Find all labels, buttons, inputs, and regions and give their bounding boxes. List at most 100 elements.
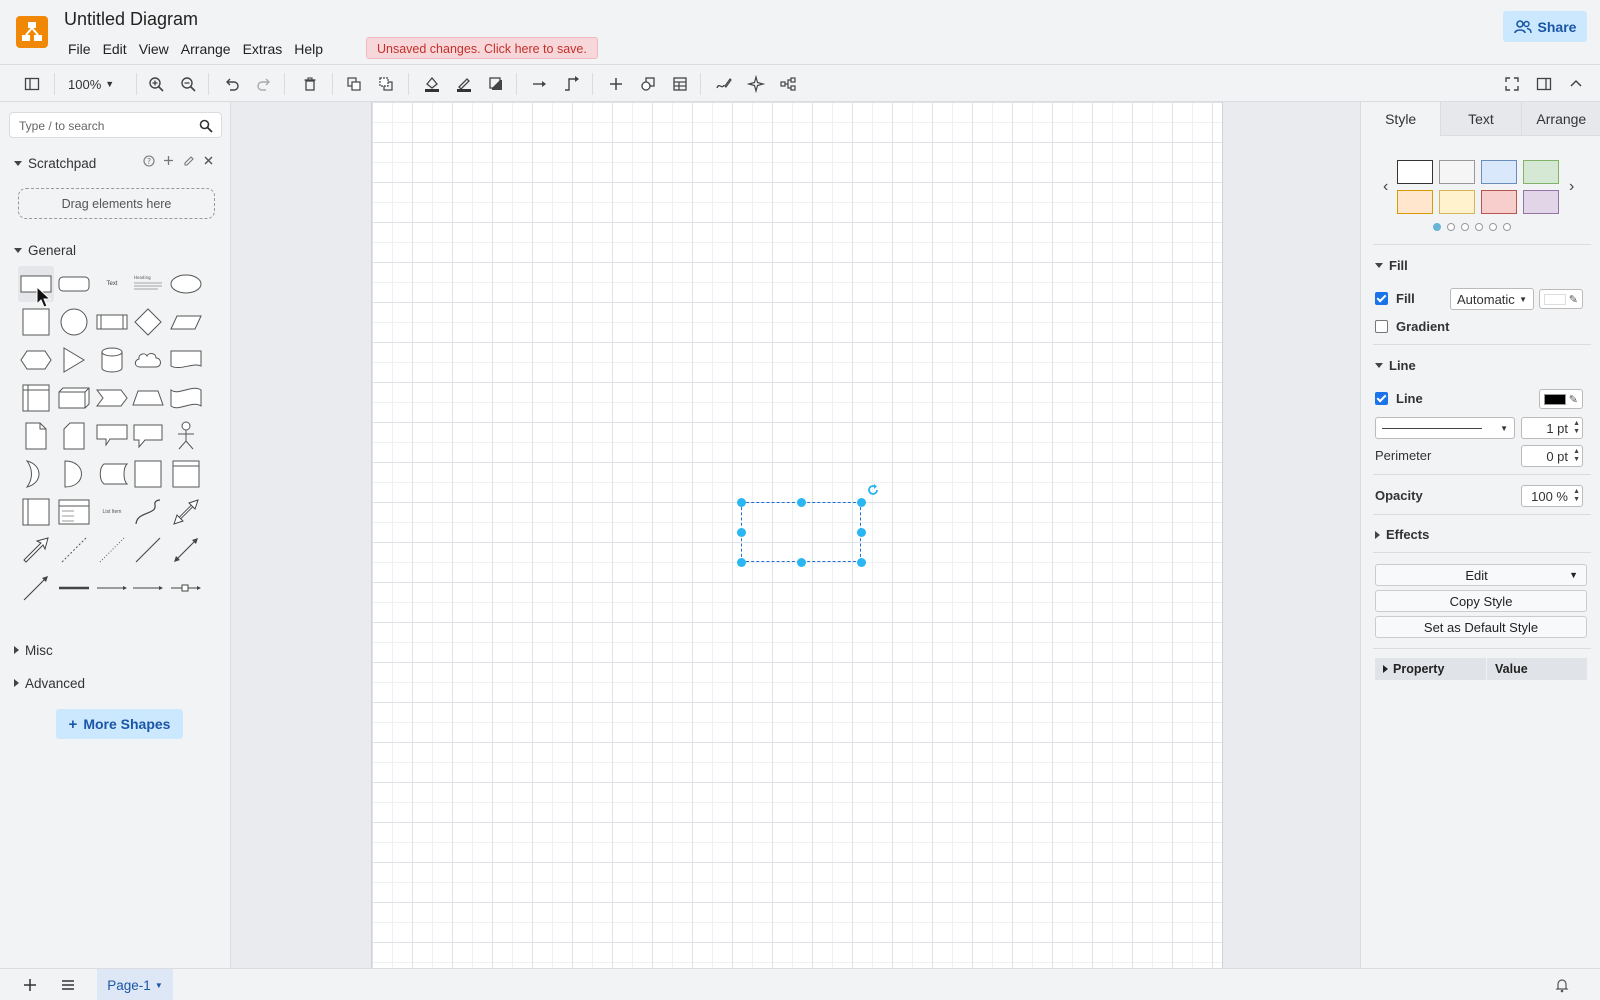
stepper-icon[interactable]: ▲ ▼ — [1573, 420, 1580, 436]
add-page-icon[interactable] — [18, 973, 42, 997]
shape-list-item[interactable]: List Item — [94, 494, 130, 530]
shape-cube[interactable] — [56, 380, 92, 416]
shape-vertical-container[interactable] — [18, 494, 54, 530]
menu-view[interactable]: View — [133, 39, 175, 59]
shape-note[interactable] — [18, 418, 54, 454]
to-back-icon[interactable] — [374, 72, 398, 96]
swatch-page-dot[interactable] — [1475, 223, 1483, 231]
shape-parallelogram[interactable] — [168, 304, 204, 340]
line-color-icon[interactable] — [452, 72, 476, 96]
shape-arrow[interactable] — [18, 532, 54, 568]
shape-data-storage[interactable] — [94, 456, 130, 492]
selected-rectangle-shape[interactable] — [741, 502, 861, 562]
shape-tape[interactable] — [168, 380, 204, 416]
swatch-page-dot[interactable] — [1489, 223, 1497, 231]
fullscreen-icon[interactable] — [1500, 72, 1524, 96]
waypoints-icon[interactable] — [560, 72, 584, 96]
swatches-prev-icon[interactable]: ‹ — [1383, 178, 1388, 196]
line-color-picker[interactable]: ✎ — [1539, 389, 1583, 409]
shape-line[interactable] — [130, 532, 166, 568]
shape-bidirectional-arrow[interactable] — [168, 494, 204, 530]
shape-text[interactable]: Text — [94, 266, 130, 302]
magic-sparkle-icon[interactable] — [744, 72, 768, 96]
style-swatch[interactable] — [1481, 160, 1517, 184]
shape-search-input[interactable] — [19, 117, 189, 134]
share-button[interactable]: Share — [1503, 11, 1587, 42]
edit-style-select[interactable]: Edit ▼ — [1375, 564, 1587, 586]
page-tab-page-1[interactable]: Page-1 ▼ — [97, 969, 173, 1000]
resize-handle-w[interactable] — [737, 528, 746, 537]
shape-square[interactable] — [18, 304, 54, 340]
menu-arrange[interactable]: Arrange — [175, 39, 237, 59]
stepper-icon[interactable]: ▲ ▼ — [1573, 488, 1580, 504]
perimeter-input[interactable]: 0 pt ▲ ▼ — [1521, 445, 1583, 467]
drawio-logo-icon[interactable] — [16, 16, 48, 48]
menu-extras[interactable]: Extras — [237, 39, 289, 59]
shape-document[interactable] — [168, 342, 204, 378]
shape-double-arrow-line[interactable] — [168, 532, 204, 568]
swatch-page-dot[interactable] — [1503, 223, 1511, 231]
line-checkbox[interactable] — [1375, 392, 1388, 405]
scratchpad-dropzone[interactable]: Drag elements here — [18, 188, 215, 219]
shape-triangle[interactable] — [56, 342, 92, 378]
resize-handle-ne[interactable] — [857, 498, 866, 507]
panel-toggle-icon[interactable] — [1532, 72, 1556, 96]
fill-section-header[interactable]: Fill — [1375, 258, 1408, 273]
shape-step[interactable] — [94, 380, 130, 416]
swatch-page-dot[interactable] — [1433, 223, 1441, 231]
shapes-icon[interactable] — [636, 72, 660, 96]
insert-plus-icon[interactable] — [604, 72, 628, 96]
shape-trapezoid[interactable] — [130, 380, 166, 416]
shape-heading-textbox[interactable]: Heading — [130, 266, 166, 302]
collapse-chevron-up-icon[interactable] — [1564, 72, 1588, 96]
unsaved-changes-notice[interactable]: Unsaved changes. Click here to save. — [366, 37, 598, 59]
style-swatch[interactable] — [1397, 190, 1433, 214]
freehand-icon[interactable] — [712, 72, 736, 96]
fill-color-picker[interactable]: ✎ — [1539, 289, 1583, 309]
style-swatch[interactable] — [1523, 160, 1559, 184]
shape-container[interactable] — [130, 456, 166, 492]
swatches-next-icon[interactable]: › — [1569, 178, 1574, 196]
resize-handle-n[interactable] — [797, 498, 806, 507]
property-column[interactable]: Property — [1375, 658, 1487, 680]
shape-connector-2-labels[interactable] — [130, 570, 166, 606]
search-icon[interactable] — [199, 119, 213, 133]
shape-frame[interactable] — [168, 456, 204, 492]
shape-speech-bubble[interactable] — [130, 418, 166, 454]
delete-icon[interactable] — [298, 72, 322, 96]
general-header[interactable]: General — [14, 241, 76, 259]
gradient-checkbox[interactable] — [1375, 320, 1388, 333]
fill-checkbox[interactable] — [1375, 292, 1388, 305]
swatch-page-dot[interactable] — [1447, 223, 1455, 231]
help-icon[interactable]: ? — [142, 154, 155, 167]
style-swatch[interactable] — [1523, 190, 1559, 214]
line-width-input[interactable]: 1 pt ▲ ▼ — [1521, 417, 1583, 439]
swatch-page-dot[interactable] — [1461, 223, 1469, 231]
tab-style[interactable]: Style — [1361, 102, 1441, 136]
shape-list[interactable] — [56, 494, 92, 530]
zoom-out-icon[interactable] — [176, 72, 200, 96]
table-icon[interactable] — [668, 72, 692, 96]
copy-style-button[interactable]: Copy Style — [1375, 590, 1587, 612]
shape-hexagon[interactable] — [18, 342, 54, 378]
shape-directional-connector[interactable] — [18, 570, 54, 606]
tab-text[interactable]: Text — [1440, 102, 1521, 136]
document-title[interactable]: Untitled Diagram — [64, 9, 198, 30]
style-swatch[interactable] — [1397, 160, 1433, 184]
advanced-header[interactable]: Advanced — [14, 674, 85, 692]
line-section-header[interactable]: Line — [1375, 358, 1416, 373]
line-pattern-select[interactable]: ▼ — [1375, 417, 1515, 439]
shape-or[interactable] — [18, 456, 54, 492]
misc-header[interactable]: Misc — [14, 641, 53, 659]
style-swatch[interactable] — [1439, 160, 1475, 184]
scratchpad-header[interactable]: Scratchpad — [14, 154, 96, 172]
shape-internal-storage[interactable] — [18, 380, 54, 416]
zoom-select[interactable]: 100% ▼ — [62, 73, 120, 95]
shape-link[interactable] — [56, 570, 92, 606]
set-default-style-button[interactable]: Set as Default Style — [1375, 616, 1587, 638]
undo-icon[interactable] — [220, 72, 244, 96]
rotate-handle-icon[interactable] — [866, 483, 880, 497]
style-swatch[interactable] — [1439, 190, 1475, 214]
fill-color-icon[interactable] — [420, 72, 444, 96]
pages-menu-icon[interactable] — [56, 973, 80, 997]
